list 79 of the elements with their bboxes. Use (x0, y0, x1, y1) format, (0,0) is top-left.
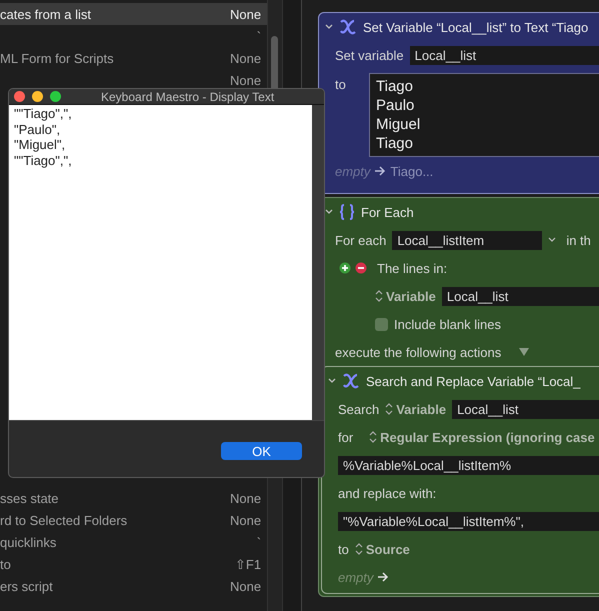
macro-row[interactable]: ` (0, 25, 268, 47)
macro-hotkey: None (230, 50, 262, 66)
action-title: Search and Replace Variable “Local_ (366, 374, 580, 388)
field-label: in th (566, 232, 591, 248)
variable-field[interactable]: Local__list (452, 400, 599, 418)
macro-hotkey: None (230, 6, 262, 22)
triangle-icon[interactable] (519, 348, 530, 356)
text-line: ""Tiago",", (14, 152, 73, 168)
macro-hotkey: ` (256, 534, 262, 550)
macro-name: cates from a list (0, 6, 92, 22)
macro-name: rd to Selected Folders (0, 512, 128, 528)
summary-empty: empty (338, 570, 374, 584)
macro-hotkey: ⇧F1 (234, 556, 262, 572)
macro-name: sses state (0, 490, 59, 506)
match-popup[interactable]: Regular Expression (ignoring case (369, 430, 595, 444)
field-label: and replace with: (338, 486, 436, 500)
variable-field[interactable]: Local__list (442, 286, 599, 306)
field-label: The lines in: (377, 260, 448, 276)
section-label: execute the following actions (335, 344, 502, 360)
variable-icon (338, 18, 358, 36)
variable-popup[interactable]: Variable (375, 288, 436, 304)
disclosure-icon[interactable] (328, 378, 336, 384)
remove-icon[interactable] (355, 262, 367, 274)
text-field[interactable]: Tiago Paulo Miguel Tiago (369, 73, 599, 157)
macro-hotkey: None (230, 72, 262, 88)
variable-field[interactable]: Local__list (410, 46, 599, 64)
action-title: For Each (361, 204, 414, 220)
ok-button[interactable]: OK (221, 442, 302, 460)
text-line: "Miguel", (14, 137, 66, 152)
scrollbar-track[interactable] (312, 105, 324, 420)
disclosure-icon[interactable] (325, 24, 333, 30)
variable-field[interactable]: Local__listItem (392, 230, 542, 250)
macro-name: ers script (0, 578, 53, 594)
macro-row[interactable]: ers script None (0, 575, 268, 597)
field-label: Search (338, 402, 380, 416)
text-line: "Paulo", (14, 122, 62, 137)
braces-icon (338, 203, 356, 221)
summary-empty: empty (335, 164, 370, 178)
macro-name: quicklinks (0, 534, 56, 550)
updown-icon (375, 290, 383, 302)
macro-hotkey: None (230, 490, 262, 506)
close-button[interactable] (14, 91, 25, 102)
updown-icon (385, 403, 394, 415)
minimize-button[interactable] (32, 91, 43, 102)
summary-value: Tiago... (390, 164, 434, 178)
checkbox[interactable] (375, 318, 388, 330)
updown-icon (354, 543, 363, 555)
macro-hotkey: None (230, 578, 262, 594)
field-label: to (335, 76, 347, 92)
macro-row[interactable]: to ⇧F1 (0, 553, 268, 575)
variable-popup[interactable]: Variable (385, 402, 446, 416)
field-label: Set variable (335, 48, 404, 62)
macro-hotkey: None (230, 512, 262, 528)
pattern-field[interactable]: %Variable%Local__listItem% (338, 456, 599, 474)
destination-popup[interactable]: Source (354, 542, 410, 556)
checkbox-label: Include blank lines (394, 316, 501, 332)
arrow-icon (377, 572, 390, 582)
arrow-icon (374, 166, 386, 176)
text-line: ""Tiago",", (14, 106, 73, 122)
action-title: Set Variable “Local__list” to Text “Tiago (363, 20, 588, 34)
macro-row[interactable]: cates from a list None (0, 3, 268, 25)
replacement-field[interactable]: "%Variable%Local__listItem%", (338, 512, 599, 530)
field-label: For each (335, 232, 386, 248)
macro-row[interactable]: ML Form for Scripts None (0, 47, 268, 69)
updown-icon (369, 431, 378, 443)
macro-name: ML Form for Scripts (0, 50, 114, 66)
macro-row[interactable]: quicklinks ` (0, 531, 268, 553)
variable-icon (341, 372, 361, 390)
macro-row[interactable]: sses state None (0, 487, 268, 509)
macro-row[interactable]: rd to Selected Folders None (0, 509, 268, 531)
add-icon[interactable] (339, 262, 351, 274)
field-label: to (338, 542, 349, 556)
window-title: Keyboard Maestro - Display Text (101, 90, 274, 104)
field-label: for (338, 430, 354, 444)
macro-hotkey: ` (256, 28, 262, 44)
macro-row[interactable]: None (0, 69, 268, 91)
chevron-icon[interactable] (548, 237, 556, 243)
macro-name: to (0, 556, 11, 572)
zoom-button[interactable] (50, 91, 61, 102)
